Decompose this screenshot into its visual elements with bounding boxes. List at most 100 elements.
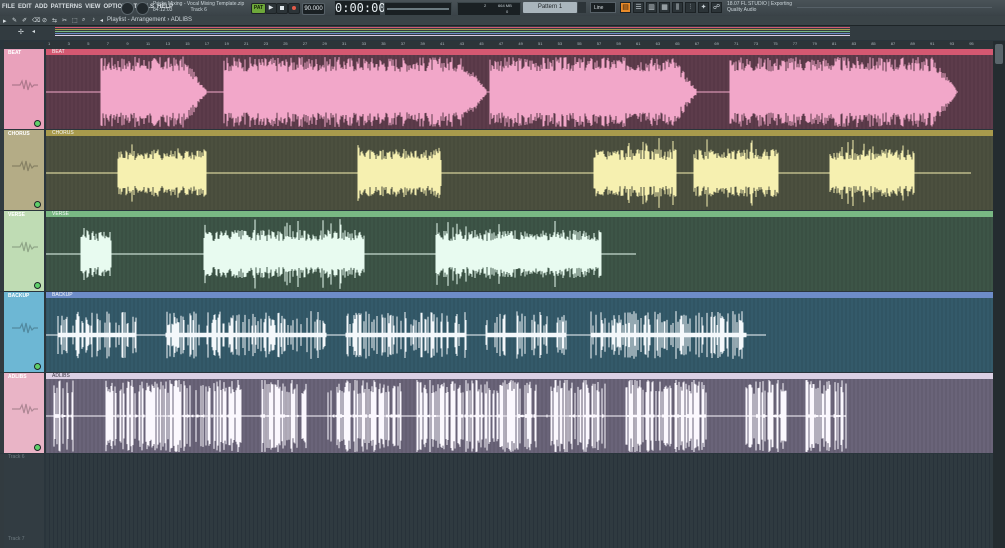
playlist-corner — [4, 42, 44, 48]
piano-roll-icon[interactable]: ▥ — [646, 2, 657, 13]
browser-icon[interactable]: ⫶ — [685, 2, 696, 13]
channel-rack-icon[interactable]: ▦ — [659, 2, 670, 13]
ruler-tick: 61 — [636, 41, 641, 46]
master-pitch-knob[interactable] — [136, 2, 149, 15]
track-name: BEAT — [8, 50, 22, 56]
audio-clip[interactable]: VERSE — [46, 211, 993, 291]
pattern-song-toggle[interactable]: PAT — [251, 3, 266, 14]
track-mute-led[interactable] — [34, 363, 41, 370]
zoom-out-icon[interactable]: ◂ — [32, 28, 35, 35]
ruler-tick: 77 — [792, 41, 798, 46]
track-waveform-icon — [12, 322, 38, 334]
track-name: VERSE — [8, 212, 25, 218]
mixer-icon[interactable]: ⫼ — [672, 2, 683, 13]
ruler-tick: 55 — [577, 41, 582, 46]
ruler-tick: 75 — [773, 41, 778, 46]
audio-clip[interactable]: BEAT — [46, 49, 993, 129]
ruler-tick: 69 — [714, 41, 719, 46]
audio-waveform — [46, 136, 991, 210]
delete-tool-icon[interactable]: ⌫ — [32, 17, 40, 24]
stop-button[interactable] — [276, 3, 288, 14]
playback-tool-icon[interactable]: ♪ — [92, 17, 95, 23]
ruler-tick: 19 — [224, 41, 229, 46]
ruler-tick: 93 — [949, 41, 955, 46]
project-track: Track 6 — [190, 7, 207, 13]
record-button[interactable] — [288, 3, 300, 14]
menu-add[interactable]: ADD — [35, 4, 48, 10]
master-volume-knob[interactable] — [121, 2, 134, 15]
track-header[interactable]: BEAT — [4, 49, 44, 129]
snap-arrows-icon[interactable]: ✢ — [18, 28, 24, 36]
ruler-tick: 71 — [734, 41, 739, 46]
track-waveform-icon — [12, 241, 38, 253]
playlist-menu-icon[interactable]: ▸ — [3, 17, 7, 25]
empty-track-lanes[interactable] — [46, 454, 993, 548]
track-waveform-icon — [12, 79, 38, 91]
ruler-tick: 13 — [165, 41, 171, 46]
track-header[interactable]: VERSE — [4, 211, 44, 291]
track-mute-led[interactable] — [34, 444, 41, 451]
menu-edit[interactable]: EDIT — [18, 4, 32, 10]
track-overview-strip[interactable] — [55, 27, 850, 37]
zoom-tool-icon[interactable]: ⌕ — [82, 17, 85, 24]
voices-count: 2 — [484, 3, 487, 8]
plugin-picker-icon[interactable]: ✦ — [698, 2, 709, 13]
time-display[interactable]: 0:00:00 — [335, 1, 386, 15]
paint-tool-icon[interactable]: ✐ — [22, 17, 27, 24]
ruler-tick: 41 — [440, 41, 445, 46]
ruler-tick: 1 — [48, 41, 51, 46]
pattern-selector[interactable]: Pattern 1 — [523, 2, 577, 13]
menu-file[interactable]: FILE — [2, 4, 15, 10]
snap-selector[interactable]: Line — [590, 2, 616, 13]
ruler-tick: 43 — [459, 41, 465, 46]
news-scroll-slider[interactable] — [797, 7, 992, 8]
ruler-tick: 21 — [244, 41, 249, 46]
track-header[interactable]: ADLIBS — [4, 373, 44, 453]
mute-tool-icon[interactable]: ⊘ — [42, 17, 47, 24]
typing-keyboard-icon[interactable]: ▤ — [620, 2, 631, 13]
vertical-scroll-thumb[interactable] — [995, 44, 1003, 64]
track-mute-led[interactable] — [34, 282, 41, 289]
news-panel[interactable]: 18.07 FL STUDIO | Exporting Quality Audi… — [727, 1, 797, 13]
ruler-tick: 11 — [146, 41, 151, 46]
ruler-tick: 89 — [910, 41, 915, 46]
menu-view[interactable]: VIEW — [85, 4, 100, 10]
select-tool-icon[interactable]: ⬚ — [72, 17, 78, 24]
project-info: Pricks Mixing - Vocal Mixing Template.zi… — [153, 1, 251, 13]
pattern-add-button[interactable] — [578, 2, 586, 13]
slice-tool-icon[interactable]: ✂ — [62, 17, 67, 24]
pencil-tool-icon[interactable]: ✎ — [12, 17, 17, 24]
news-line2: Quality Audio — [727, 7, 757, 13]
empty-track-headers[interactable]: Track 6 Track 7 — [4, 454, 44, 548]
ruler-tick: 15 — [185, 41, 190, 46]
ruler-tick: 39 — [420, 41, 425, 46]
tempo-field[interactable]: 90.000 — [302, 3, 325, 15]
track-mute-led[interactable] — [34, 201, 41, 208]
track-mute-led[interactable] — [34, 120, 41, 127]
menu-patterns[interactable]: PATTERNS — [51, 4, 82, 10]
ruler-tick: 29 — [322, 41, 327, 46]
tempo-tapper-icon[interactable]: ☍ — [711, 2, 722, 13]
project-time: 84:12:03 — [153, 7, 173, 13]
ruler-tick: 53 — [557, 41, 563, 46]
audio-clip[interactable]: CHORUS — [46, 130, 993, 210]
vertical-scrollbar[interactable] — [993, 41, 1005, 548]
track-header[interactable]: BACKUP — [4, 292, 44, 372]
track-header[interactable]: CHORUS — [4, 130, 44, 210]
audio-clip[interactable]: ADLIBS — [46, 373, 993, 453]
track-waveform-icon — [12, 160, 38, 172]
ruler-tick: 49 — [518, 41, 523, 46]
slip-tool-icon[interactable]: ⇆ — [52, 17, 57, 24]
ruler-tick: 87 — [890, 41, 896, 46]
playlist-title: Playlist - Arrangement › ADLIBS — [107, 17, 193, 23]
audio-clip[interactable]: BACKUP — [46, 292, 993, 372]
audio-waveform — [46, 298, 991, 372]
audio-waveform — [46, 55, 991, 129]
ruler-tick: 23 — [263, 41, 269, 46]
playlist-icon[interactable]: ☰ — [633, 2, 644, 13]
back-arrow-icon[interactable]: ◂ — [100, 17, 103, 24]
audio-waveform — [46, 217, 991, 291]
ruler-tick: 33 — [361, 41, 367, 46]
memory-usage: 664 MB — [498, 3, 512, 8]
ruler-tick: 95 — [969, 41, 974, 46]
